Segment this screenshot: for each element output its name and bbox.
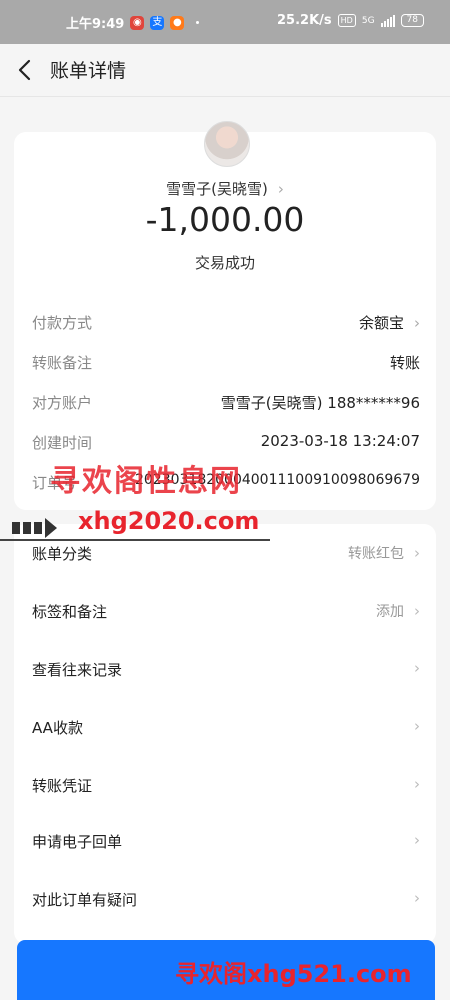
transaction-status: 交易成功 xyxy=(194,254,255,272)
detail-row-transfer-note: 转账备注 转账 xyxy=(32,352,420,376)
detail-value: 转账 xyxy=(389,354,420,372)
watermark-site-name: 寻欢阁性息网 xyxy=(50,464,242,499)
detail-label: 付款方式 xyxy=(32,314,93,332)
detail-label: 创建时间 xyxy=(32,434,93,452)
list-item-transfer-voucher[interactable]: 转账凭证 › xyxy=(32,770,420,800)
watermark-domain: xhg2020.com xyxy=(78,507,260,535)
list-item-label: 申请电子回单 xyxy=(32,833,123,851)
page-title: 账单详情 xyxy=(50,60,127,82)
alipay-icon: 支 xyxy=(150,15,165,30)
chevron-right-icon: › xyxy=(414,831,420,849)
detail-row-payment-method[interactable]: 付款方式 余额宝 › xyxy=(32,312,420,336)
list-item-bill-category[interactable]: 账单分类 转账红包 › xyxy=(32,538,420,568)
top-bar: 账单详情 xyxy=(0,44,450,97)
list-item-view-history[interactable]: 查看往来记录 › xyxy=(32,654,420,684)
chevron-right-icon: › xyxy=(414,602,420,620)
chevron-right-icon: › xyxy=(414,314,420,332)
list-item-tags-notes[interactable]: 标签和备注 添加 › xyxy=(32,596,420,626)
hd-badge: HD xyxy=(337,14,356,27)
chevron-right-icon: › xyxy=(414,889,420,907)
list-item-label: 查看往来记录 xyxy=(32,661,123,679)
app-notification-icon-2: ● xyxy=(170,15,185,30)
chevron-right-icon: › xyxy=(414,775,420,793)
chevron-right-icon: › xyxy=(414,544,420,562)
list-item-order-question[interactable]: 对此订单有疑问 › xyxy=(32,884,420,914)
arrow-right-icon xyxy=(12,518,57,538)
bill-summary-card: 雪雪子(吴晓雪) › -1,000.00 交易成功 付款方式 余额宝 › 转账备注 … xyxy=(14,121,436,510)
bill-actions-card: 账单分类 转账红包 › 标签和备注 添加 › 查看往来记录 › AA收款 › 转账凭… xyxy=(14,524,436,944)
clock: 上午9:49 xyxy=(66,17,125,32)
more-notifications-dot xyxy=(196,21,200,24)
list-item-label: 对此订单有疑问 xyxy=(32,891,138,909)
list-item-value: 添加 xyxy=(376,604,404,620)
detail-row-created-time: 创建时间 2023-03-18 13:24:07 xyxy=(32,432,420,456)
avatar[interactable] xyxy=(204,121,250,167)
network-speed: 25.2K/s xyxy=(277,13,332,28)
detail-value: 雪雪子(吴晓雪) 188******96 xyxy=(220,394,420,412)
amount: -1,000.00 xyxy=(145,200,305,239)
list-item-label: AA收款 xyxy=(32,719,83,737)
list-item-value: 转账红包 xyxy=(348,546,404,562)
watermark-domain-2: 寻欢阁xhg521.com xyxy=(175,960,412,988)
list-item-label: 账单分类 xyxy=(32,545,93,563)
payee-name-link[interactable]: 雪雪子(吴晓雪) › xyxy=(14,178,436,199)
chevron-right-icon: › xyxy=(414,659,420,677)
list-item-e-receipt[interactable]: 申请电子回单 › xyxy=(32,826,420,856)
chevron-left-icon xyxy=(18,59,31,81)
network-type: 5G xyxy=(361,15,375,26)
detail-label: 对方账户 xyxy=(32,394,93,412)
detail-value: 余额宝 xyxy=(358,314,404,332)
list-item-label: 标签和备注 xyxy=(32,603,108,621)
detail-value: 2023-03-18 13:24:07 xyxy=(260,432,420,450)
status-bar: 上午9:49 ◉ 支 ● 25.2K/s HD 5G 78 xyxy=(0,0,450,44)
back-button[interactable] xyxy=(14,56,38,84)
list-item-aa-collect[interactable]: AA收款 › xyxy=(32,712,420,742)
battery-icon: 78 xyxy=(400,14,424,27)
list-item-label: 转账凭证 xyxy=(32,777,93,795)
chevron-right-icon: › xyxy=(414,717,420,735)
detail-label: 转账备注 xyxy=(32,354,93,372)
signal-icon xyxy=(380,14,395,27)
chevron-right-icon: › xyxy=(277,180,284,198)
detail-row-counterparty-account: 对方账户 雪雪子(吴晓雪) 188******96 xyxy=(32,392,420,416)
app-notification-icon: ◉ xyxy=(130,15,145,30)
payee-name: 雪雪子(吴晓雪) xyxy=(166,180,268,198)
